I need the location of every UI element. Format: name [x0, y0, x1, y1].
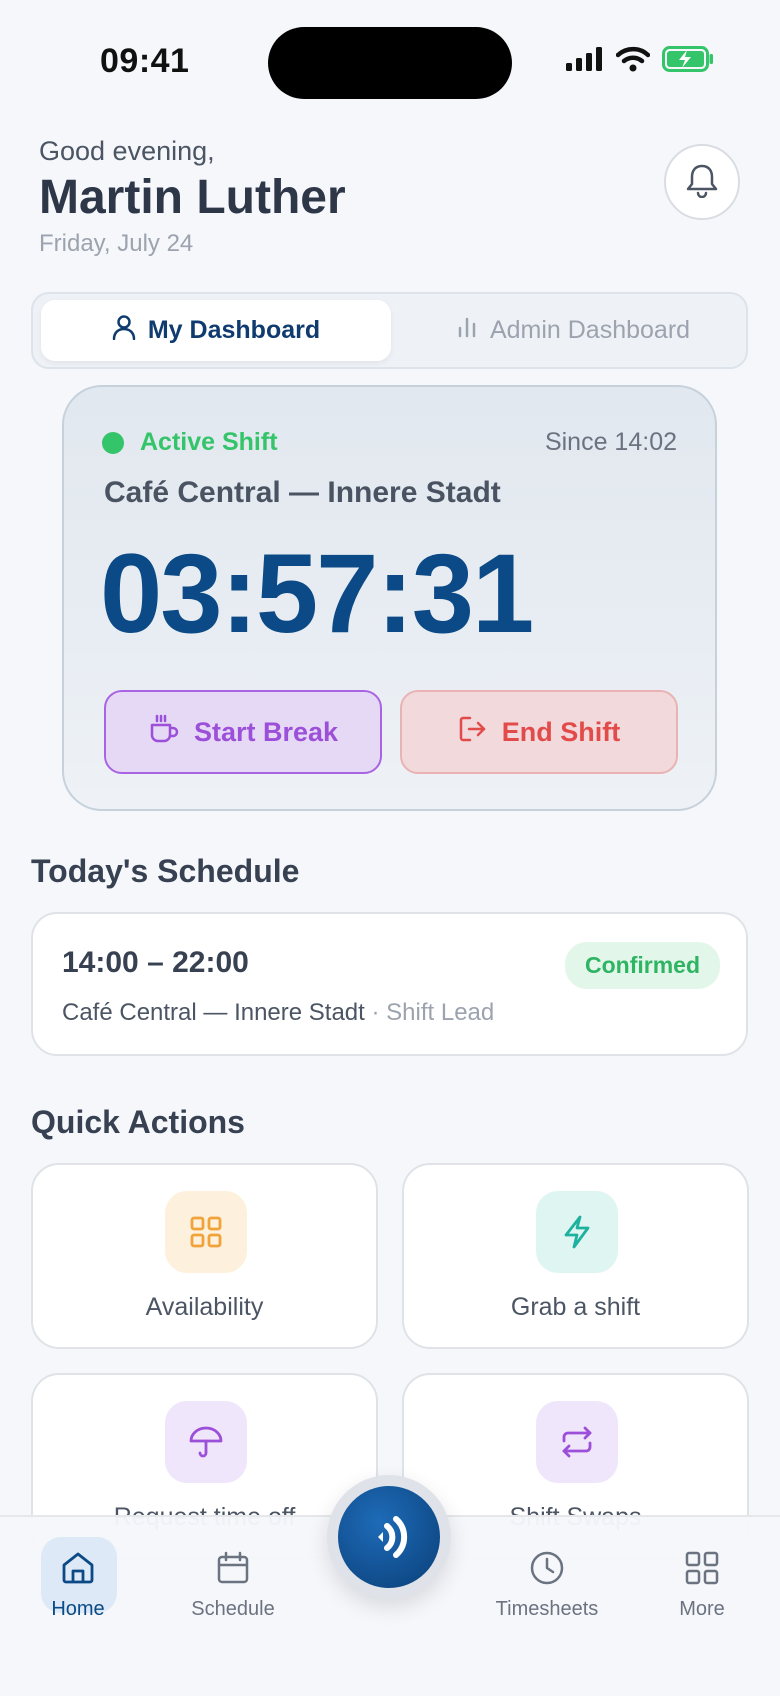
tab-my-dashboard-label: My Dashboard [147, 316, 321, 344]
current-date: Friday, July 24 [39, 230, 194, 257]
shift-since-time: Since 14:02 [544, 428, 677, 456]
tab-my-dashboard[interactable]: My Dashboard [41, 300, 391, 361]
nav-home-label: Home [51, 1598, 105, 1620]
bell-icon [685, 162, 719, 203]
status-icons [566, 46, 714, 77]
nfc-icon [361, 1507, 417, 1568]
home-icon [60, 1550, 96, 1592]
tab-admin-dashboard[interactable]: Admin Dashboard [403, 300, 743, 361]
umbrella-icon [165, 1401, 247, 1483]
greeting-text: Good evening, [39, 136, 215, 166]
grid-icon [684, 1550, 720, 1592]
user-name: Martin Luther [39, 171, 346, 224]
nav-more[interactable]: More [647, 1550, 757, 1640]
user-icon [112, 314, 136, 347]
nav-schedule[interactable]: Schedule [178, 1550, 288, 1640]
status-bar: 09:41 [0, 0, 780, 120]
swap-icon [536, 1401, 618, 1483]
schedule-role: · Shift Lead [364, 999, 495, 1026]
nav-timesheets-label: Timesheets [495, 1598, 599, 1620]
end-shift-label: End Shift [501, 716, 621, 747]
coffee-cup-icon [148, 714, 180, 751]
clock-icon [529, 1550, 565, 1592]
start-break-label: Start Break [193, 716, 339, 747]
schedule-card[interactable]: 14:00 – 22:00 Confirmed Café Central — I… [31, 912, 748, 1056]
calendar-icon [215, 1550, 251, 1592]
schedule-time: 14:00 – 22:00 [62, 946, 249, 979]
dashboard-switcher: My Dashboard Admin Dashboard [31, 292, 748, 369]
nav-timesheets[interactable]: Timesheets [491, 1550, 603, 1640]
quick-action-availability[interactable]: Availability [31, 1163, 378, 1349]
lightning-icon [536, 1191, 618, 1273]
nav-more-label: More [679, 1598, 725, 1620]
shift-timer: 03:57:31 [100, 531, 534, 656]
shift-location: Café Central — Innere Stadt [104, 476, 501, 509]
quick-action-grab-shift[interactable]: Grab a shift [402, 1163, 749, 1349]
status-time: 09:41 [100, 42, 190, 80]
clock-in-button[interactable] [338, 1486, 440, 1588]
active-shift-card: Active Shift Since 14:02 Café Central — … [62, 385, 717, 811]
dynamic-island [268, 27, 512, 99]
grid-icon [165, 1191, 247, 1273]
schedule-section-title: Today's Schedule [31, 853, 300, 889]
end-shift-button[interactable]: End Shift [400, 690, 678, 774]
status-badge: Confirmed [565, 942, 720, 989]
tab-admin-dashboard-label: Admin Dashboard [489, 316, 691, 344]
quick-actions-title: Quick Actions [31, 1104, 245, 1140]
quick-action-label: Grab a shift [510, 1293, 641, 1321]
nav-schedule-label: Schedule [191, 1598, 275, 1620]
battery-icon [662, 46, 714, 77]
quick-action-label: Availability [145, 1293, 264, 1321]
active-shift-label: Active Shift [140, 428, 278, 456]
signal-icon [566, 47, 604, 76]
start-break-button[interactable]: Start Break [104, 690, 382, 774]
notifications-button[interactable] [664, 144, 740, 220]
schedule-location-name: Café Central — Innere Stadt [62, 999, 365, 1026]
nav-home[interactable]: Home [23, 1550, 133, 1640]
schedule-location: Café Central — Innere Stadt · Shift Lead [62, 999, 494, 1027]
active-status-dot [102, 432, 124, 454]
logout-icon [458, 715, 488, 750]
wifi-icon [615, 46, 651, 77]
bar-chart-icon [456, 316, 478, 345]
